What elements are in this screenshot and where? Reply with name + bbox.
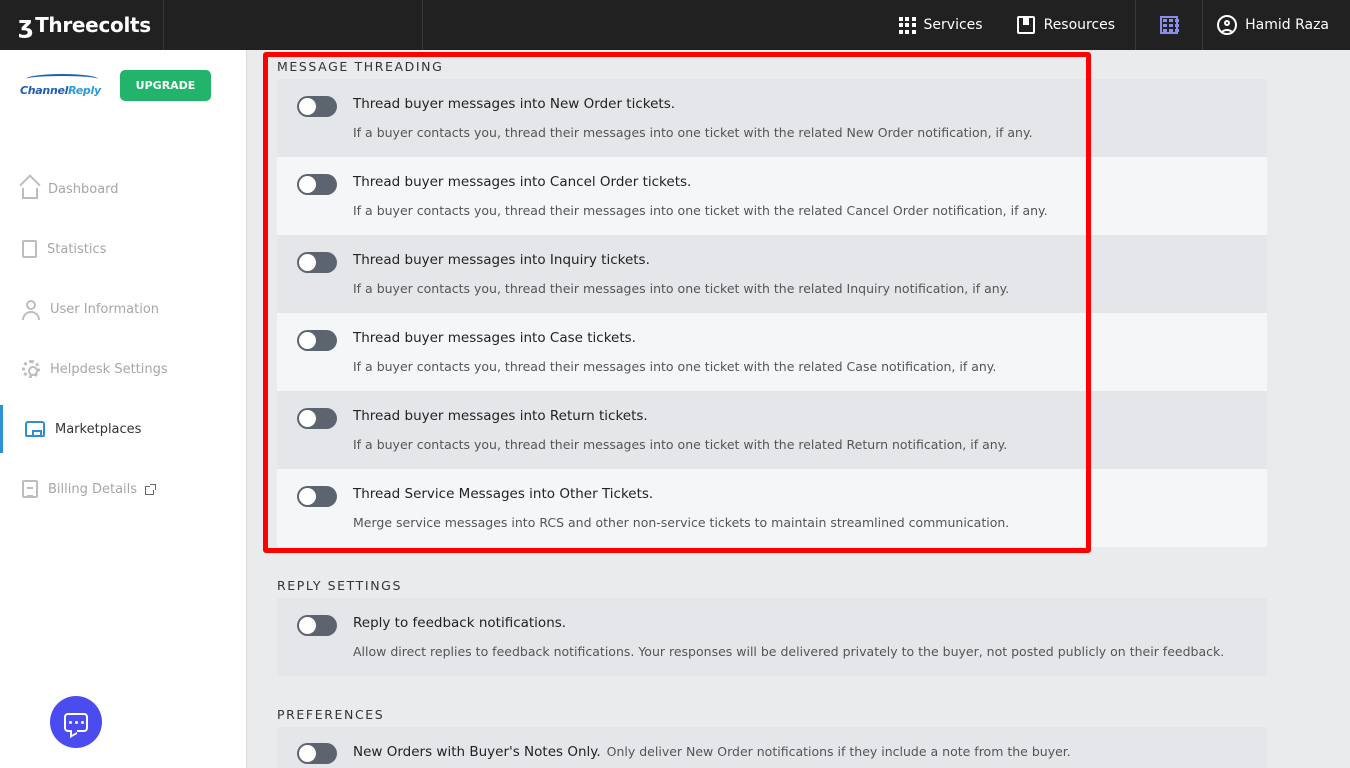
section-title-reply-settings: REPLY SETTINGS [277,578,402,593]
user-icon [22,300,40,320]
setting-title: Reply to feedback notifications. [353,615,567,631]
logo-text-reply: Reply [68,84,101,97]
setting-description: If a buyer contacts you, thread their me… [353,437,1008,452]
setting-row: Thread buyer messages into Inquiry ticke… [277,235,1267,313]
clipboard-icon [22,240,37,258]
topbar-spacer [164,0,423,50]
setting-row: New Orders with Buyer's Notes Only. Only … [277,727,1267,768]
setting-title: Thread Service Messages into Other Ticke… [353,486,654,502]
services-menu[interactable]: Services [898,0,983,50]
section-title-message-threading: MESSAGE THREADING [277,59,444,74]
account-icon [1217,15,1238,35]
sidebar-item-user-information[interactable]: User Information [0,285,246,333]
setting-title: Thread buyer messages into Inquiry ticke… [353,252,650,268]
sidebar-item-billing-details[interactable]: Billing Details [0,465,246,513]
setting-row: Thread buyer messages into New Order tic… [277,79,1267,157]
setting-description: If a buyer contacts you, thread their me… [353,203,1048,218]
setting-row: Reply to feedback notifications. Allow d… [277,598,1267,676]
setting-title-row: New Orders with Buyer's Notes Only. Only … [353,744,1071,760]
store-icon [25,421,45,437]
sidebar-item-label: Billing Details [48,481,138,497]
billing-icon [22,480,38,498]
logo-swoosh [26,74,98,84]
setting-title: Thread buyer messages into Cancel Order … [353,174,692,190]
toggle-switch[interactable] [297,408,337,429]
setting-description: If a buyer contacts you, thread their me… [353,281,1010,296]
chat-button[interactable] [50,696,102,748]
threecolts-mark-icon: ʒ [18,11,34,39]
resources-label: Resources [1043,17,1116,33]
setting-row: Thread buyer messages into Case tickets.… [277,313,1267,391]
setting-title: New Orders with Buyer's Notes Only. [353,744,601,760]
channelreply-logo[interactable]: ChannelReply [20,74,101,106]
toggle-switch[interactable] [297,174,337,195]
user-menu[interactable]: Hamid Raza [1203,0,1350,50]
book-icon [1016,16,1035,34]
upgrade-button[interactable]: UPGRADE [120,70,211,101]
chat-icon [64,712,88,732]
brand-name: Threecolts [35,13,151,37]
top-bar: ʒ Threecolts Services Resources Hamid Ra… [0,0,1350,50]
toggle-switch[interactable] [297,330,337,351]
sidebar-item-label: User Information [50,301,160,317]
setting-title: Thread buyer messages into Case tickets. [353,330,636,346]
services-label: Services [923,17,983,33]
sidebar-item-helpdesk-settings[interactable]: Helpdesk Settings [0,345,246,393]
user-name: Hamid Raza [1245,17,1329,33]
toggle-switch[interactable] [297,486,337,507]
apps-grid-icon [898,16,916,34]
toggle-switch[interactable] [297,615,337,636]
gear-icon [22,360,40,378]
sidebar-item-label: Helpdesk Settings [50,361,168,377]
setting-description: If a buyer contacts you, thread their me… [353,125,1033,140]
sidebar-item-label: Dashboard [48,181,119,197]
organization-button[interactable] [1135,0,1204,50]
setting-row: Thread buyer messages into Return ticket… [277,391,1267,469]
home-icon [22,187,38,199]
toggle-switch[interactable] [297,96,337,117]
resources-menu[interactable]: Resources [1016,0,1116,50]
sidebar-item-label: Marketplaces [55,421,142,437]
setting-description: Merge service messages into RCS and othe… [353,515,1010,530]
setting-title: Thread buyer messages into Return ticket… [353,408,648,424]
threecolts-logo[interactable]: ʒ Threecolts [0,0,164,50]
setting-row: Thread Service Messages into Other Ticke… [277,469,1267,547]
logo-text-channel: Channel [20,84,69,97]
toggle-switch[interactable] [297,252,337,273]
sidebar-item-dashboard[interactable]: Dashboard [0,165,246,213]
sidebar-item-marketplaces[interactable]: Marketplaces [0,405,246,453]
external-link-icon [145,483,157,495]
setting-description: If a buyer contacts you, thread their me… [353,359,997,374]
toggle-switch[interactable] [297,743,337,764]
section-title-preferences: PREFERENCES [277,707,385,722]
setting-title: Thread buyer messages into New Order tic… [353,96,676,112]
sidebar: ChannelReply UPGRADE Dashboard Statistic… [0,50,247,768]
setting-description: Only deliver New Order notifications if … [606,744,1071,759]
setting-description: Allow direct replies to feedback notific… [353,644,1225,659]
sidebar-item-label: Statistics [47,241,107,257]
sidebar-item-statistics[interactable]: Statistics [0,225,246,273]
setting-row: Thread buyer messages into Cancel Order … [277,157,1267,235]
building-icon [1160,16,1180,34]
